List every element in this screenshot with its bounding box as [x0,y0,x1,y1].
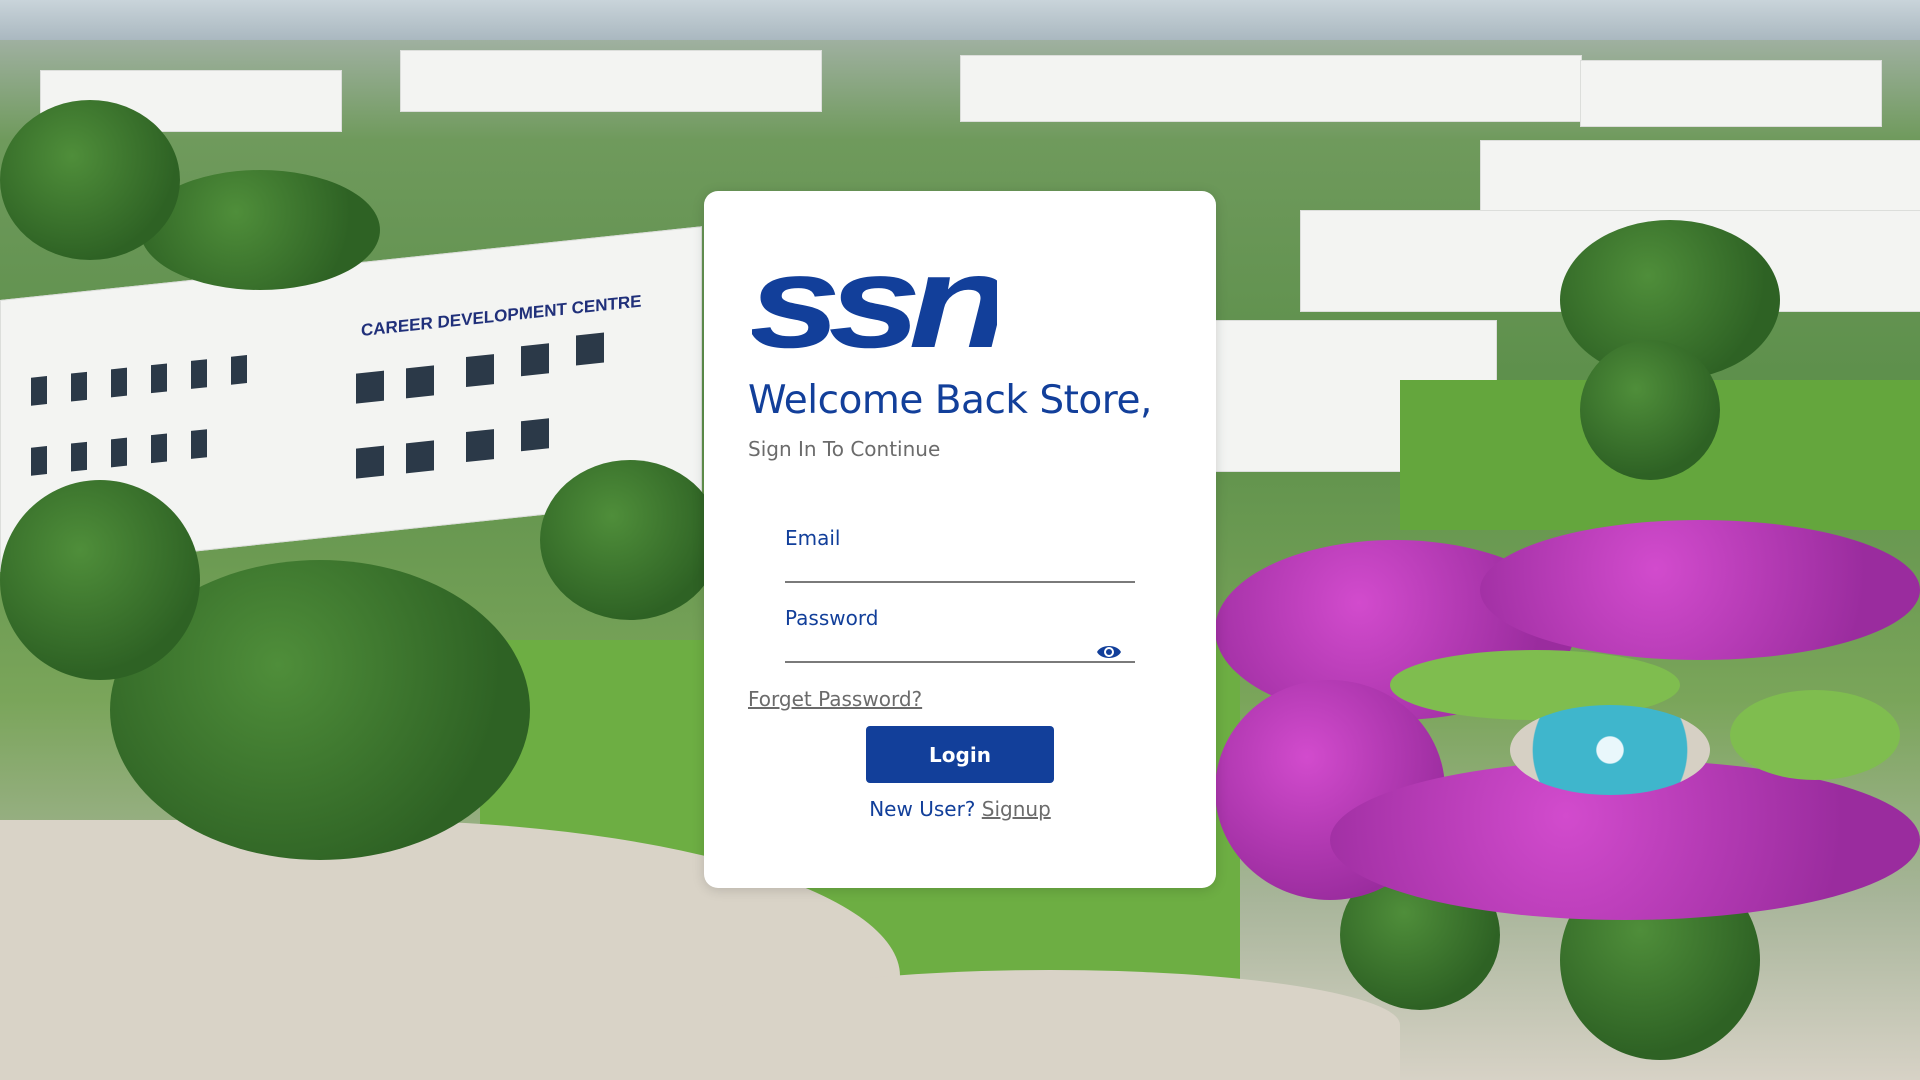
new-user-row: New User? Signup [704,797,1216,821]
distant-building [1580,60,1882,127]
tree [0,480,200,680]
building-window [191,429,207,459]
building-window [191,359,207,389]
building-window [356,370,384,404]
building-window [521,343,549,377]
building-window [71,371,87,402]
building-window [406,440,434,474]
building-window [356,445,384,479]
welcome-heading: Welcome Back Store, [748,378,1152,423]
password-field[interactable] [785,631,1135,663]
forgot-password-link[interactable]: Forget Password? [748,687,922,711]
eye-icon[interactable] [1096,641,1122,663]
fountain [1510,705,1710,795]
road [700,970,1400,1080]
building-window [466,429,494,463]
ssn-logo: ssn [752,249,997,353]
building-window [576,332,604,366]
logo-text: ssn [752,249,997,353]
building-window [231,355,247,385]
distant-building [960,55,1582,122]
email-field[interactable] [785,551,1135,583]
building-window [466,354,494,388]
building-window [151,363,167,394]
signin-subtitle: Sign In To Continue [748,437,941,461]
email-label: Email [785,526,841,550]
sky [0,0,1920,40]
login-button[interactable]: Login [866,726,1054,783]
garden-lawn [1730,690,1900,780]
distant-building [400,50,822,112]
building-window [406,365,434,399]
building-window [71,441,87,472]
building-window [31,446,47,476]
bougainvillea [1480,520,1920,660]
tree [540,460,720,620]
login-card: ssn Welcome Back Store, Sign In To Conti… [704,191,1216,888]
building-window [151,433,167,464]
signup-link[interactable]: Signup [982,797,1051,821]
tree [1580,340,1720,480]
building-window [521,418,549,452]
password-label: Password [785,606,879,630]
building-window [111,367,127,398]
new-user-text: New User? [869,797,976,821]
tree [0,100,180,260]
building-window [31,376,47,406]
building-window [111,437,127,468]
